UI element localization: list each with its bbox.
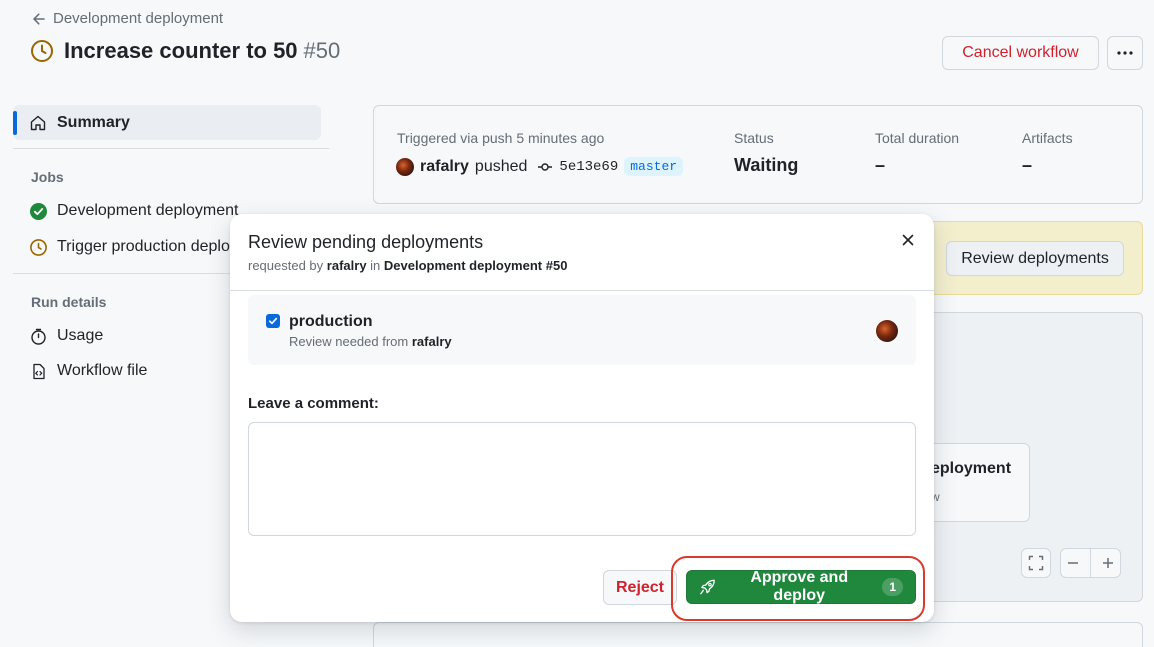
branch-tag[interactable]: master	[624, 157, 684, 176]
jobs-heading: Jobs	[31, 169, 64, 185]
subtitle-run: Development deployment #50	[383, 258, 568, 273]
commit-icon	[538, 162, 553, 171]
dialog-subtitle: requested by rafalry in Development depl…	[248, 258, 567, 273]
subtitle-in: in	[370, 258, 381, 273]
usage-label: Usage	[57, 327, 104, 344]
fullscreen-button[interactable]	[1021, 548, 1051, 578]
push-info: rafalry pushed 5e13e69 master	[396, 157, 684, 176]
sidebar-item-summary[interactable]: Summary	[13, 105, 321, 140]
minus-icon	[1068, 562, 1078, 564]
trigger-text: Triggered via push 5 minutes ago	[397, 130, 605, 146]
zoom-divider	[1090, 549, 1091, 577]
run-title: Increase counter to 50	[64, 38, 298, 63]
sidebar-item-summary-label: Summary	[57, 113, 130, 131]
environment-checkbox[interactable]	[266, 314, 280, 328]
zoom-controls	[1060, 548, 1121, 578]
clock-icon	[31, 40, 53, 62]
job-label: Trigger production deplo	[57, 238, 230, 255]
back-link[interactable]: Development deployment	[31, 10, 223, 27]
kebab-horizontal-icon	[1117, 51, 1133, 55]
environment-reviewers: Review needed from rafalry	[289, 334, 452, 349]
subtitle-actor: rafalry	[326, 258, 367, 273]
graph-job-title: eployment	[931, 460, 1012, 477]
cancel-workflow-button[interactable]: Cancel workflow	[942, 36, 1099, 70]
environment-item: production Review needed from rafalry	[248, 295, 916, 365]
close-icon	[902, 234, 914, 246]
zoom-out-button[interactable]	[1066, 556, 1080, 570]
back-link-label: Development deployment	[53, 10, 224, 27]
run-number: #50	[303, 38, 341, 63]
environment-name: production	[289, 313, 373, 330]
jobs-card	[373, 622, 1143, 647]
commit-sha[interactable]: 5e13e69	[559, 159, 618, 175]
arrow-left-icon	[33, 12, 45, 25]
comment-input[interactable]	[248, 422, 916, 536]
sidebar-item-job-production[interactable]: Trigger production deplo	[30, 238, 230, 256]
run-details-heading: Run details	[31, 294, 107, 310]
review-deployments-dialog: Review pending deployments requested by …	[230, 214, 934, 622]
subtitle-prefix: requested by	[248, 258, 324, 273]
approve-and-deploy-button[interactable]: Approve and deploy 1	[686, 569, 916, 604]
duration-value: –	[875, 155, 886, 175]
rocket-icon	[700, 579, 715, 595]
status-value: Waiting	[734, 155, 799, 175]
sidebar-divider	[13, 148, 329, 149]
reject-button[interactable]: Reject	[603, 570, 677, 605]
stopwatch-icon	[31, 328, 46, 345]
check-icon	[268, 317, 278, 325]
artifacts-label: Artifacts	[1022, 130, 1073, 146]
dialog-title: Review pending deployments	[248, 232, 484, 252]
plus-icon	[1103, 558, 1113, 568]
reviewer-name: rafalry	[411, 334, 452, 349]
artifacts-value: –	[1022, 155, 1033, 175]
avatar	[876, 320, 898, 342]
page-title: Increase counter to 50 #50	[30, 38, 340, 64]
review-prefix: Review needed from	[289, 334, 409, 349]
clock-icon	[30, 238, 47, 256]
run-summary-card: Triggered via push 5 minutes ago rafalry…	[373, 105, 1143, 204]
sidebar-item-workflow-file[interactable]: Workflow file	[30, 362, 147, 380]
job-label: Development deployment	[57, 202, 239, 219]
approve-label: Approve and deploy	[750, 569, 849, 604]
fullscreen-icon	[1028, 555, 1044, 571]
file-code-icon	[33, 363, 45, 379]
status-label: Status	[734, 130, 774, 146]
dialog-divider	[230, 290, 934, 291]
home-icon	[30, 115, 46, 130]
duration-label: Total duration	[875, 130, 960, 146]
more-options-button[interactable]	[1107, 36, 1143, 70]
approve-count-badge: 1	[882, 578, 903, 596]
avatar	[396, 157, 414, 176]
push-action: pushed	[474, 157, 528, 175]
sidebar-item-usage[interactable]: Usage	[30, 327, 103, 345]
workflow-file-label: Workflow file	[57, 362, 148, 379]
zoom-in-button[interactable]	[1101, 556, 1115, 570]
review-deployments-button[interactable]: Review deployments	[946, 241, 1124, 276]
close-button[interactable]	[898, 230, 918, 250]
check-circle-icon	[30, 202, 47, 220]
comment-label: Leave a comment:	[248, 395, 379, 412]
sidebar-item-job-development[interactable]: Development deployment	[30, 202, 238, 220]
actor-name[interactable]: rafalry	[420, 158, 469, 176]
